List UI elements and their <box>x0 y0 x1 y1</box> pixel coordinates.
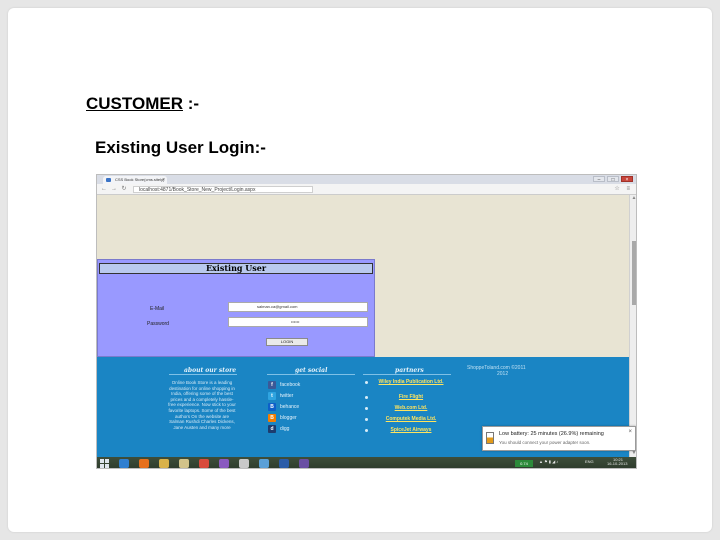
word-taskbar-icon[interactable] <box>279 459 289 468</box>
social-link-behance[interactable]: Bbehance <box>268 403 299 411</box>
social-link-facebook[interactable]: f facebook <box>268 381 300 389</box>
email-label: E-Mail <box>150 306 165 312</box>
address-bar: ← → ↻ localhost:4871/Book_Store_New_Proj… <box>97 184 636 195</box>
close-window-button[interactable]: × <box>621 176 633 183</box>
window-controls: – □ × <box>593 176 633 183</box>
ie-taskbar-icon[interactable] <box>119 459 129 468</box>
bullet-icon <box>365 429 368 432</box>
copyright-year: 2012 <box>497 371 509 377</box>
partner-item: Computek Media Ltd. <box>365 417 448 422</box>
social-link-label: digg <box>280 426 290 432</box>
login-title: Existing User <box>99 263 373 274</box>
maximize-button[interactable]: □ <box>607 176 619 183</box>
partner-item: Fire Flight <box>365 395 448 400</box>
slide-subheading: Existing User Login:- <box>95 138 266 157</box>
browser-menu-icon[interactable]: ≡ <box>626 186 630 192</box>
battery-icon <box>486 432 494 444</box>
taskbar: 0.74 ▲ ⚑ ▮ ◢ ♪ ENG 10:21 16-10-2013 <box>97 457 636 468</box>
login-button[interactable]: LOGIN <box>266 338 308 346</box>
browser-tab[interactable]: CSS Book Store(cms.sitely) × <box>103 176 167 184</box>
bullet-icon <box>365 407 368 410</box>
browser-tab-title: CSS Book Store(cms.sitely) <box>115 177 165 182</box>
minimize-button[interactable]: – <box>593 176 605 183</box>
behance-icon: B <box>268 403 276 411</box>
address-bar-actions: ☆ ≡ <box>614 185 630 194</box>
about-text: Online Book Store is a leading destinati… <box>168 380 236 430</box>
slide-heading: CUSTOMER :- <box>86 94 200 113</box>
back-button[interactable]: ← <box>100 185 108 194</box>
partner-item: Wiley India Publication Ltd. <box>365 380 448 385</box>
social-link-label: facebook <box>280 382 301 388</box>
bullet-icon <box>365 396 368 399</box>
media-taskbar-icon[interactable] <box>219 459 229 468</box>
social-link-blogger[interactable]: Bblogger <box>268 414 297 422</box>
scroll-down-icon[interactable]: ▼ <box>630 450 636 457</box>
social-link-label: twitter <box>280 393 294 399</box>
tab-close-icon[interactable]: × <box>162 176 165 184</box>
firefox-taskbar-icon[interactable] <box>139 459 149 468</box>
page-favicon-icon <box>106 178 111 182</box>
visual-studio-taskbar-icon[interactable] <box>299 459 309 468</box>
explorer-taskbar-icon[interactable] <box>159 459 169 468</box>
partner-link[interactable]: Wiley India Publication Ltd. <box>374 380 448 385</box>
partners-divider <box>363 374 451 375</box>
partner-item: Web.com Ltd. <box>365 406 448 411</box>
tray-icons[interactable]: ▲ ⚑ ▮ ◢ ♪ <box>539 460 558 464</box>
login-panel: Existing User E-Mail salman.ca@gmail.com… <box>97 259 375 357</box>
browser-screenshot: CSS Book Store(cms.sitely) × – □ × ← → ↻… <box>96 174 637 469</box>
partner-link[interactable]: Computek Media Ltd. <box>374 417 448 422</box>
start-button[interactable] <box>100 459 109 468</box>
email-field[interactable]: salman.ca@gmail.com <box>228 302 368 312</box>
social-link-digg[interactable]: d digg <box>268 425 289 433</box>
about-heading: about our store <box>184 367 237 374</box>
twitter-icon: t <box>268 392 276 400</box>
scroll-up-icon[interactable]: ▲ <box>630 195 636 202</box>
bullet-icon <box>365 381 368 384</box>
partner-link[interactable]: Fire Flight <box>374 395 448 400</box>
clock[interactable]: 10:21 16-10-2013 <box>607 458 627 466</box>
password-label: Password <box>147 321 169 327</box>
social-heading: get social <box>295 367 328 374</box>
bookmark-star-icon[interactable]: ☆ <box>614 186 619 192</box>
partner-link[interactable]: SpiceJet Airways <box>374 428 448 433</box>
web-page: Existing User E-Mail salman.ca@gmail.com… <box>97 195 629 457</box>
browser-tab-bar: CSS Book Store(cms.sitely) × – □ × <box>97 175 636 184</box>
digg-icon: d <box>268 425 276 433</box>
settings-taskbar-icon[interactable] <box>259 459 269 468</box>
social-link-label: blogger <box>280 415 297 421</box>
social-divider <box>267 374 355 375</box>
social-link-label: behance <box>280 404 300 410</box>
battery-title: Low battery: 25 minutes (26.9%) remainin… <box>499 431 604 437</box>
notification-close-icon[interactable]: × <box>628 429 632 435</box>
forward-button[interactable]: → <box>110 185 118 194</box>
battery-subtitle: You should connect your power adapter so… <box>499 440 591 445</box>
tray-battery-badge[interactable]: 0.74 <box>515 460 533 467</box>
scroll-thumb[interactable] <box>632 241 636 305</box>
file-manager-taskbar-icon[interactable] <box>179 459 189 468</box>
bullet-icon <box>365 418 368 421</box>
copyright: ShoppeToland.com ©2011 2012 <box>467 365 526 377</box>
url-input[interactable]: localhost:4871/Book_Store_New_Project/Lo… <box>133 186 313 193</box>
reload-button[interactable]: ↻ <box>120 185 128 194</box>
partner-link[interactable]: Web.com Ltd. <box>374 406 448 411</box>
social-link-twitter[interactable]: t twitter <box>268 392 293 400</box>
partners-heading: partners <box>395 367 424 374</box>
low-battery-notification[interactable]: Low battery: 25 minutes (26.9%) remainin… <box>482 426 636 451</box>
password-field[interactable]: •••••• <box>228 317 368 327</box>
partner-item: SpiceJet Airways <box>365 428 448 433</box>
language-indicator[interactable]: ENG <box>585 460 594 464</box>
about-divider <box>169 374 237 375</box>
vertical-scrollbar[interactable]: ▲ ▼ <box>629 195 636 457</box>
mail-taskbar-icon[interactable] <box>239 459 249 468</box>
facebook-icon: f <box>268 381 276 389</box>
clock-date: 16-10-2013 <box>607 461 628 466</box>
chrome-taskbar-icon[interactable] <box>199 459 209 468</box>
blogger-icon: B <box>268 414 276 422</box>
